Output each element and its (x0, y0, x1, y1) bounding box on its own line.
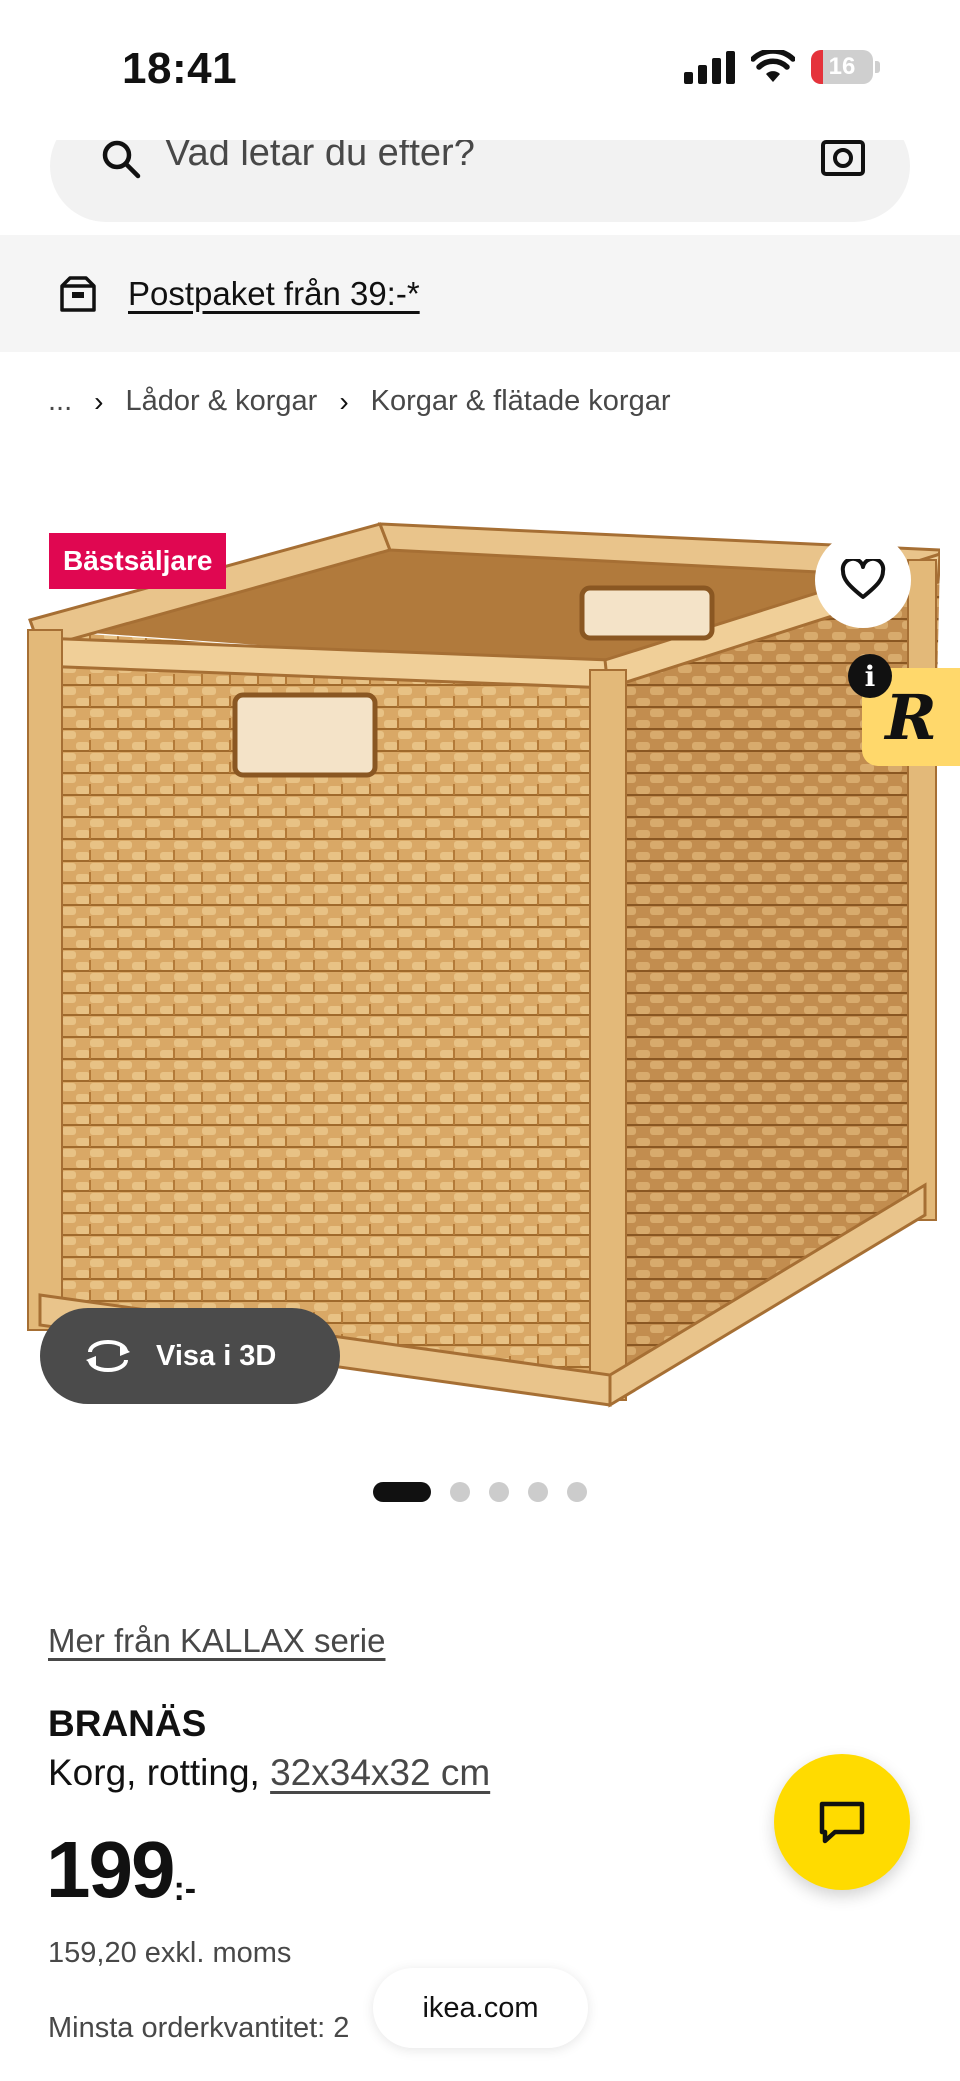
chat-button[interactable] (774, 1754, 910, 1890)
info-icon[interactable]: i (848, 654, 892, 698)
product-price: 199 :- (46, 1830, 196, 1910)
camera-icon[interactable] (820, 140, 866, 180)
view-3d-label: Visa i 3D (156, 1339, 277, 1372)
bestseller-badge: Bästsäljare (49, 533, 227, 589)
cellular-signal-icon (684, 50, 735, 84)
chevron-right-icon: › (339, 385, 349, 417)
status-icons: 16 (684, 50, 880, 84)
breadcrumb-item[interactable]: ... (48, 385, 72, 418)
promo-link[interactable]: Postpaket från 39:-* (128, 275, 420, 313)
view-3d-button[interactable]: Visa i 3D (40, 1308, 340, 1404)
carousel-dot[interactable] (373, 1482, 431, 1502)
carousel-dot[interactable] (528, 1482, 548, 1502)
chat-icon (819, 1801, 865, 1844)
status-time: 18:41 (122, 44, 238, 93)
series-link[interactable]: Mer från KALLAX serie (48, 1622, 385, 1660)
product-description: Korg, rotting, 32x34x32 cm (48, 1752, 490, 1794)
search-placeholder: Vad letar du efter? (165, 140, 475, 174)
box-icon (60, 275, 96, 312)
price-integer: 199 (46, 1825, 175, 1914)
search-icon (102, 140, 141, 179)
minimum-order-quantity: Minsta orderkvantitet: 2 (48, 2012, 350, 2044)
product-dimensions-link[interactable]: 32x34x32 cm (270, 1752, 490, 1793)
product-type: Korg, rotting, (48, 1752, 271, 1793)
price-suffix: :- (173, 1870, 197, 1908)
heart-icon (840, 559, 886, 599)
battery-level: 16 (828, 53, 856, 80)
search-area: Vad letar du efter? (0, 140, 960, 235)
favorite-button[interactable] (815, 532, 911, 628)
product-name: BRANÄS (48, 1703, 207, 1744)
price-excl-vat: 159,20 exkl. moms (48, 1937, 292, 1969)
breadcrumb-item[interactable]: Lådor & korgar (126, 385, 318, 418)
rotate-3d-icon (86, 1340, 130, 1372)
status-bar: 18:41 16 (0, 0, 960, 140)
delivery-promo-banner[interactable]: Postpaket från 39:-* (0, 235, 960, 352)
browser-url-pill[interactable]: ikea.com (373, 1968, 588, 2048)
breadcrumb-item[interactable]: Korgar & flätade korgar (371, 385, 671, 418)
carousel-dot[interactable] (567, 1482, 587, 1502)
carousel-dot[interactable] (489, 1482, 509, 1502)
battery-icon: 16 (811, 50, 880, 84)
wifi-icon (751, 50, 795, 82)
carousel-indicator (373, 1482, 587, 1502)
search-input[interactable]: Vad letar du efter? (50, 140, 910, 222)
chevron-right-icon: › (94, 385, 104, 417)
product-image[interactable] (20, 520, 940, 1440)
breadcrumb: ... › Lådor & korgar › Korgar & flätade … (48, 385, 670, 418)
carousel-dot[interactable] (450, 1482, 470, 1502)
